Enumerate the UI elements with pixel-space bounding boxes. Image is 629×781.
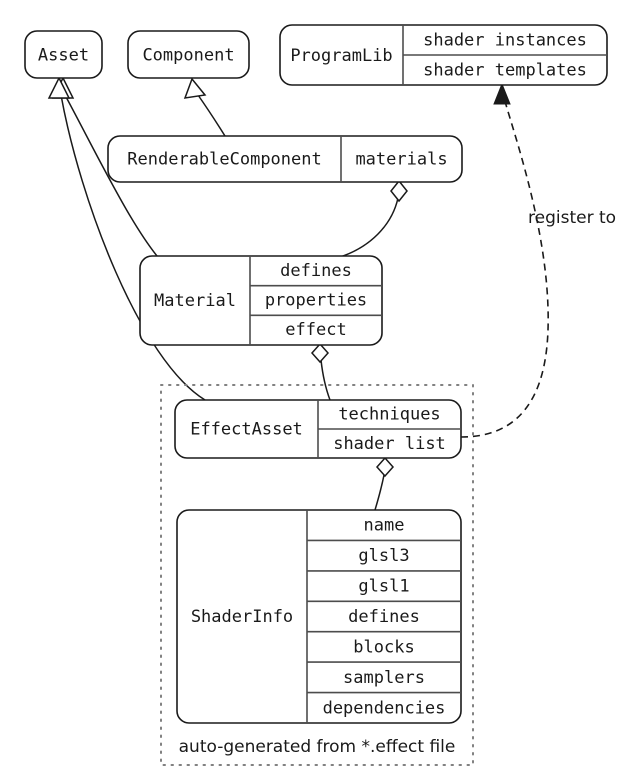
auto-generated-caption: auto-generated from *.effect file [179, 737, 456, 757]
annotations-layer: register to auto-generated from *.effect… [179, 208, 616, 757]
class-diagram-canvas: Asset Component ProgramLib shader instan… [0, 0, 629, 781]
register-to-label: register to [528, 208, 616, 228]
